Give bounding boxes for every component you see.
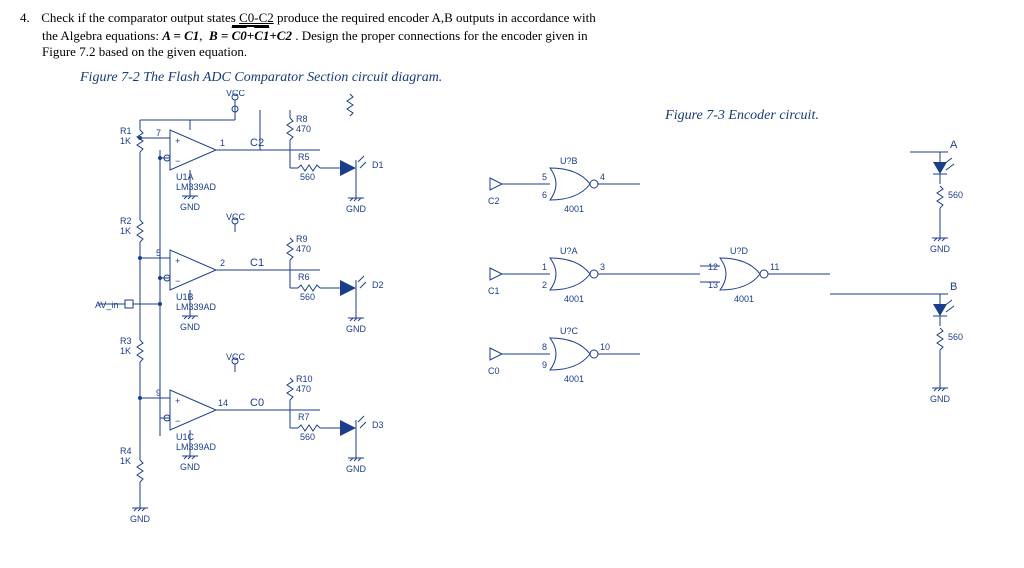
q-text-1a: Check if the comparator output states: [41, 10, 239, 25]
r3-val: 1K: [120, 346, 131, 356]
r8-name: R8: [296, 114, 308, 124]
u1b-part: LM339AD: [176, 302, 217, 312]
r1-val: 1K: [120, 136, 131, 146]
d2-gnd: GND: [346, 324, 367, 334]
encoder-diagram: Figure 7-3 Encoder circuit. C2 C1 C0 U?B…: [450, 90, 1004, 530]
rb-val: 560: [948, 332, 963, 342]
u2c-po: 10: [600, 342, 610, 352]
u2d-part: 4001: [734, 294, 754, 304]
u2a-part: 4001: [564, 294, 584, 304]
ra-gnd: GND: [930, 244, 951, 254]
c2-label: C2: [250, 137, 264, 149]
r4-name: R4: [120, 446, 132, 456]
u2b-po: 4: [600, 172, 605, 182]
question-line2: the Algebra equations: A = C1, B = C0+C1…: [42, 28, 1004, 44]
u2c-p2: 9: [542, 360, 547, 370]
gnd-r4: GND: [130, 514, 151, 524]
r10-name: R10: [296, 374, 313, 384]
question-line3: Figure 7.2 based on the given equation.: [42, 44, 1004, 60]
c0-label: C0: [250, 397, 264, 409]
u1b-gnd: GND: [180, 322, 201, 332]
u2b-p2: 6: [542, 190, 547, 200]
eq-b-t3: C2: [277, 28, 292, 43]
d3-gnd: GND: [346, 464, 367, 474]
u1c-out: 14: [218, 398, 228, 408]
r9-val: 470: [296, 244, 311, 254]
r7-val: 560: [300, 432, 315, 442]
r6-name: R6: [298, 272, 310, 282]
u2d-name: U?D: [730, 246, 749, 256]
r4-val: 1K: [120, 456, 131, 466]
d1-gnd: GND: [346, 204, 367, 214]
u2a-name: U?A: [560, 246, 578, 256]
r6-val: 560: [300, 292, 315, 302]
u1b-out: 2: [220, 258, 225, 268]
u1b-pin5: 5: [156, 248, 161, 258]
vcc2: VCC: [226, 212, 246, 222]
r9-name: R9: [296, 234, 308, 244]
figure-7-2-caption: Figure 7-2 The Flash ADC Comparator Sect…: [80, 70, 1004, 86]
enc-c1: C1: [488, 286, 500, 296]
r2-name: R2: [120, 216, 132, 226]
comparator-diagram: + − VCC R1 1K R2 1K R3 1K R4 1K GND AV_i…: [20, 90, 450, 530]
c1-label: C1: [250, 257, 264, 269]
u2c-part: 4001: [564, 374, 584, 384]
avin-label: AV_in: [95, 300, 118, 310]
figure-7-3-caption: Figure 7-3 Encoder circuit.: [480, 108, 1004, 124]
vcc-label: VCC: [226, 90, 246, 98]
r5-name: R5: [298, 152, 310, 162]
u1a-pin7: 7: [156, 128, 161, 138]
enc-c2: C2: [488, 196, 500, 206]
u2c-p1: 8: [542, 342, 547, 352]
u1b-name: U1B: [176, 292, 194, 302]
rb-gnd: GND: [930, 394, 951, 404]
question-line1: 4. Check if the comparator output states…: [20, 10, 1004, 26]
r1-name: R1: [120, 126, 132, 136]
q-c-range: C0-C2: [239, 10, 274, 25]
u2a-po: 3: [600, 262, 605, 272]
r8-val: 470: [296, 124, 311, 134]
ra-val: 560: [948, 190, 963, 200]
u2b-name: U?B: [560, 156, 578, 166]
eq-a: A = C1: [162, 28, 199, 43]
u1a-gnd: GND: [180, 202, 201, 212]
u2a-p1: 1: [542, 262, 547, 272]
r2-val: 1K: [120, 226, 131, 236]
d2-label: D2: [372, 280, 384, 290]
q-text-2a: the Algebra equations:: [42, 28, 162, 43]
q-text-2b: . Design the proper connections for the …: [295, 28, 587, 43]
out-b: B: [950, 281, 957, 293]
u1c-name: U1C: [176, 432, 195, 442]
eq-b-lhs: B =: [209, 28, 232, 43]
u2b-part: 4001: [564, 204, 584, 214]
u2d-po: 11: [770, 262, 779, 272]
r3-name: R3: [120, 336, 132, 346]
u1a-name: U1A: [176, 172, 194, 182]
u1c-gnd: GND: [180, 462, 201, 472]
enc-c0: C0: [488, 366, 500, 376]
r5-val: 560: [300, 172, 315, 182]
u1c-pin9: 9: [156, 388, 161, 398]
d1-label: D1: [372, 160, 384, 170]
r10-val: 470: [296, 384, 311, 394]
q-text-1b: produce the required encoder A,B outputs…: [277, 10, 596, 25]
out-a: A: [950, 139, 958, 151]
eq-b-p2: +: [269, 28, 276, 43]
u2a-p2: 2: [542, 280, 547, 290]
u1a-part: LM339AD: [176, 182, 217, 192]
eq-b-t2: C1: [254, 28, 269, 43]
u2b-p1: 5: [542, 172, 547, 182]
r7-name: R7: [298, 412, 310, 422]
question-number: 4.: [20, 10, 38, 26]
eq-b-t1: C0: [232, 28, 247, 43]
u1c-part: LM339AD: [176, 442, 217, 452]
u1a-out: 1: [220, 138, 225, 148]
u2d-p1: 12: [708, 262, 718, 272]
vcc3: VCC: [226, 352, 246, 362]
d3-label: D3: [372, 420, 384, 430]
u2c-name: U?C: [560, 326, 579, 336]
